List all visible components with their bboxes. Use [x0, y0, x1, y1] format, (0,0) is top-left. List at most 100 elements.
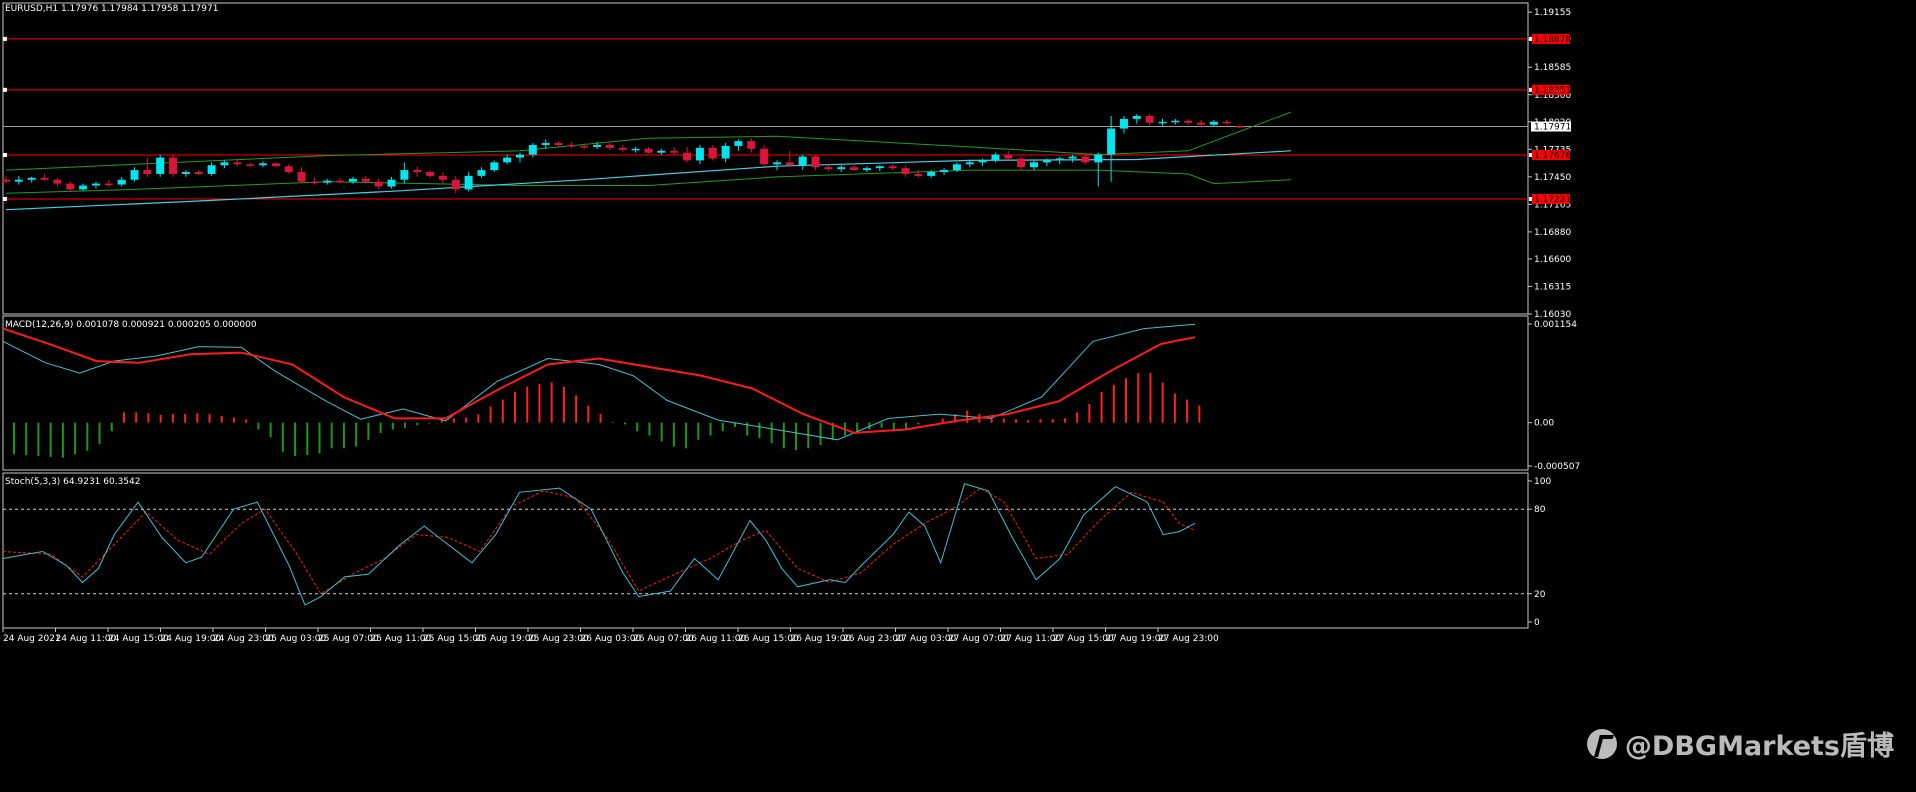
macd-panel-header: MACD(12,26,9) 0.001078 0.000921 0.000205… — [5, 320, 257, 330]
macd-axis-label: 0.001154 — [1534, 320, 1577, 330]
price-axis-label: 1.18585 — [1534, 63, 1571, 73]
candle-body — [785, 162, 794, 166]
candle-body — [490, 162, 499, 171]
candle-body — [451, 179, 460, 190]
candle-body — [811, 156, 820, 168]
candle-body — [978, 160, 987, 163]
candle-body — [1119, 118, 1128, 129]
candle-body — [541, 143, 550, 145]
candle-body — [721, 145, 730, 159]
candle-body — [1171, 120, 1180, 123]
candle-body — [567, 144, 576, 147]
candle-body — [2, 179, 10, 182]
candle-body — [1081, 156, 1090, 163]
price-axis-label: 1.16030 — [1534, 310, 1571, 320]
candle-body — [554, 143, 563, 145]
candle-body — [760, 148, 769, 165]
stoch-k-line — [2, 483, 1196, 606]
candle-body — [323, 180, 332, 183]
candle-body — [477, 170, 486, 176]
candle-body — [605, 144, 614, 148]
candle-body — [104, 183, 113, 186]
level-line-handle — [3, 153, 7, 158]
candle-body — [850, 167, 859, 171]
stoch-d-line — [2, 487, 1196, 595]
candle-body — [233, 162, 242, 165]
candle-body — [1184, 120, 1193, 123]
time-axis-label: 27 Aug 23:00 — [1158, 634, 1219, 644]
candle-body — [901, 168, 910, 174]
candle-body — [708, 147, 717, 159]
candle-body — [374, 181, 383, 187]
candle-body — [991, 154, 1000, 161]
chart-svg: 1.191551.188701.185851.183001.180201.177… — [2, 2, 1580, 644]
level-line-handle — [3, 87, 7, 92]
level-price-label: 1.18878 — [1534, 35, 1571, 45]
current-price-label: 1.17971 — [1534, 123, 1571, 133]
candle-body — [1158, 121, 1167, 124]
level-line-handle — [3, 196, 7, 201]
stoch-panel-header: Stoch(5,3,3) 64.9231 60.3542 — [5, 477, 140, 487]
candle-body — [580, 145, 589, 148]
candle-body — [297, 172, 306, 182]
watermark: @DBGMarkets盾博 — [1586, 724, 1894, 763]
price-axis-label: 1.17450 — [1534, 173, 1571, 183]
candle-body — [773, 162, 781, 165]
candle-body — [246, 164, 255, 166]
candle-body — [1004, 154, 1013, 159]
candle-body — [79, 185, 88, 190]
main-panel-header: EURUSD,H1 1.17976 1.17984 1.17958 1.1797… — [5, 4, 218, 14]
candle-body — [798, 156, 807, 166]
time-axis-label: 24 Aug 2021 — [3, 634, 61, 644]
macd-signal-line — [2, 327, 1196, 434]
level-price-label: 1.18351 — [1534, 86, 1571, 96]
candle-body — [503, 157, 512, 163]
candle-body — [40, 177, 49, 180]
candle-body — [927, 172, 936, 176]
candle-body — [53, 179, 62, 184]
candle-body — [837, 167, 846, 170]
macd-axis-label: -0.000507 — [1534, 462, 1580, 472]
stoch-axis-label: 0 — [1534, 618, 1540, 628]
price-axis-label: 1.16880 — [1534, 228, 1571, 238]
candle-body — [143, 170, 152, 174]
candle-body — [1017, 158, 1026, 168]
candle-body — [181, 172, 190, 174]
candle-body — [670, 150, 679, 153]
candle-body — [644, 148, 653, 153]
candle-body — [1145, 116, 1154, 123]
candle-body — [426, 172, 435, 176]
candle-body — [1222, 121, 1231, 124]
candle-body — [1030, 162, 1038, 168]
candle-body — [1235, 126, 1244, 128]
level-price-label: 1.17221 — [1534, 195, 1571, 205]
candle-body — [284, 166, 293, 173]
candle-body — [1094, 154, 1103, 163]
candle-body — [271, 163, 280, 167]
candle-body — [348, 178, 357, 182]
candle-body — [207, 165, 216, 174]
stoch-axis-label: 100 — [1534, 477, 1551, 487]
watermark-text: @DBGMarkets盾博 — [1624, 731, 1894, 762]
candle-body — [593, 144, 602, 147]
candle-body — [1197, 122, 1206, 125]
price-axis-label: 1.16315 — [1534, 282, 1571, 292]
stoch-axis-label: 20 — [1534, 590, 1546, 600]
candle-body — [516, 154, 524, 158]
candle-body — [1107, 128, 1116, 155]
chart-root: 1.191551.188701.185851.183001.180201.177… — [0, 0, 1916, 789]
candle-body — [657, 150, 666, 153]
candle-body — [336, 180, 345, 183]
candle-body — [747, 141, 756, 149]
watermark-logo-icon — [1586, 728, 1617, 759]
candle-body — [683, 152, 692, 161]
candle-body — [361, 178, 370, 182]
candle-body — [914, 173, 923, 176]
candle-body — [27, 177, 36, 180]
level-line-handle — [3, 36, 7, 41]
candle-body — [91, 183, 100, 186]
candle-body — [400, 170, 409, 180]
macd-axis-label: 0.00 — [1534, 419, 1554, 429]
candle-body — [169, 157, 178, 174]
macd-panel-frame — [2, 315, 1529, 471]
